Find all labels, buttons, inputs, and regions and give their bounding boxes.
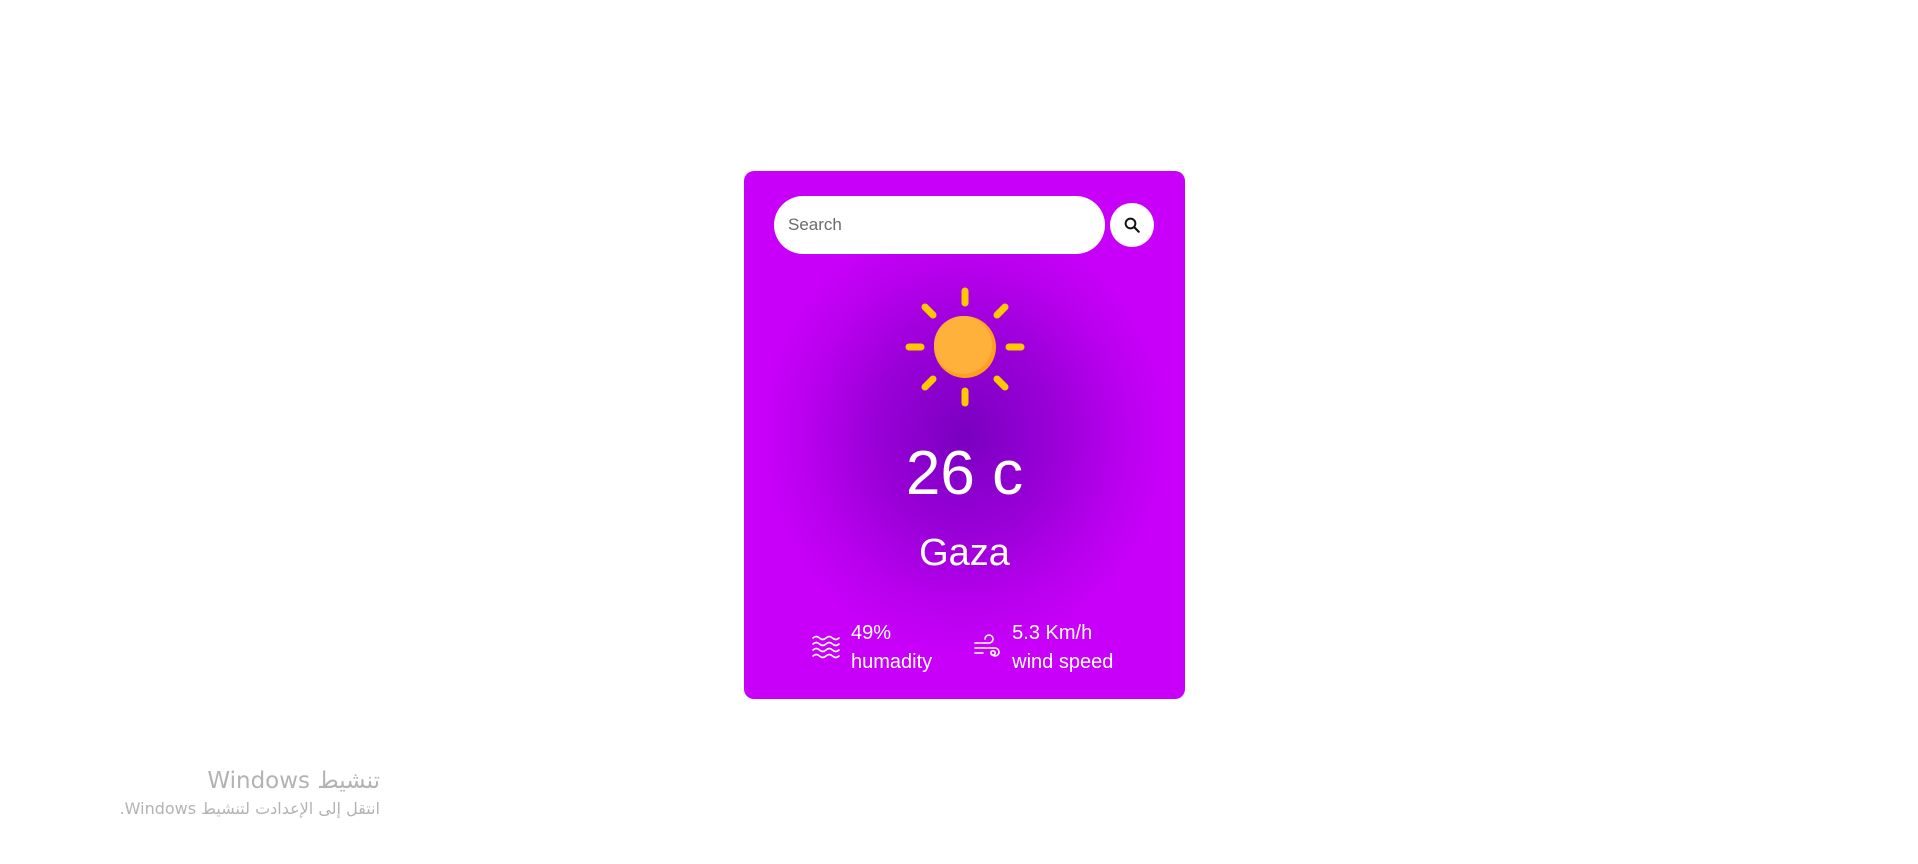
wind-detail: 5.3 Km/h wind speed xyxy=(972,619,1113,677)
humidity-value: 49% xyxy=(851,622,892,644)
sun-icon xyxy=(905,287,1025,407)
watermark-title: تنشيط Windows xyxy=(207,768,380,794)
humidity-waves-icon xyxy=(812,635,840,659)
search-button[interactable] xyxy=(1110,203,1154,247)
wind-label: wind speed xyxy=(1012,651,1114,673)
wind-value: 5.3 Km/h xyxy=(1012,622,1093,644)
humidity-label: humadity xyxy=(851,651,933,673)
city-name: Gaza xyxy=(919,532,1010,574)
humidity-detail: 49% humadity xyxy=(811,619,932,677)
humidity-text: 49% humadity xyxy=(851,619,932,677)
wind-text: 5.3 Km/h wind speed xyxy=(1012,619,1113,677)
temperature: 26 c xyxy=(905,439,1024,508)
weather-details: 49% humadity 5.3 Km/h wind speed xyxy=(811,619,1113,677)
weather-card: 26 c Gaza 49% humadity xyxy=(744,171,1185,699)
windows-activation-watermark: تنشيط Windows انتقل إلى الإعدادت لتنشيط … xyxy=(120,766,380,821)
watermark-subtitle: انتقل إلى الإعدادت لتنشيط Windows. xyxy=(119,799,380,818)
search-icon xyxy=(1124,217,1140,233)
search-bar xyxy=(774,196,1154,254)
wind-icon xyxy=(974,634,1000,657)
search-input[interactable] xyxy=(774,196,1105,254)
page: 26 c Gaza 49% humadity xyxy=(0,0,1918,864)
